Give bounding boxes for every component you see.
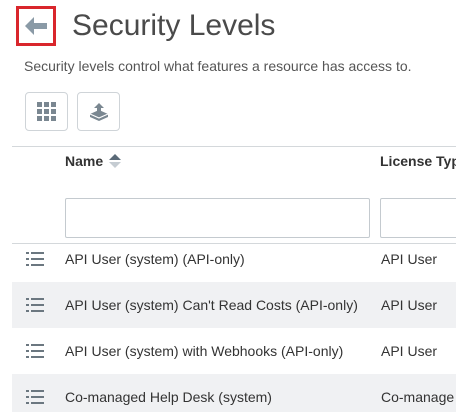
row-license-type: API User: [381, 297, 438, 313]
row-name[interactable]: Co-managed Help Desk (system): [65, 374, 272, 412]
grid-icon: [36, 101, 56, 121]
table-row[interactable]: Co-managed Help Desk (system) Co-manage: [12, 374, 456, 412]
row-license-type: API User: [381, 343, 438, 359]
export-button[interactable]: [77, 92, 120, 131]
column-header-license-type[interactable]: License Typ: [380, 151, 456, 171]
row-license-type: Co-manage: [381, 389, 455, 405]
drag-handle-icon[interactable]: [26, 251, 44, 267]
drag-handle-icon[interactable]: [26, 343, 44, 359]
table-top-divider: [12, 146, 456, 147]
export-icon: [89, 102, 108, 121]
row-name[interactable]: API User (system) (API-only): [65, 236, 245, 282]
license-type-filter-input[interactable]: [380, 198, 456, 238]
column-header-name[interactable]: Name: [65, 151, 122, 171]
sort-ascending-icon[interactable]: [109, 154, 122, 168]
page-title: Security Levels: [72, 9, 276, 42]
arrow-left-icon: [25, 17, 47, 35]
security-levels-page: Security Levels Security levels control …: [0, 0, 456, 412]
table-row[interactable]: API User (system) Can't Read Costs (API-…: [12, 282, 456, 328]
drag-handle-icon[interactable]: [26, 389, 44, 405]
row-name[interactable]: API User (system) Can't Read Costs (API-…: [65, 282, 358, 328]
table-row[interactable]: API User (system) with Webhooks (API-onl…: [12, 328, 456, 374]
back-button[interactable]: [16, 6, 56, 46]
column-header-name-label: Name: [65, 153, 104, 169]
grid-view-button[interactable]: [25, 92, 68, 131]
drag-handle-icon[interactable]: [26, 297, 44, 313]
row-license-type: API User: [381, 251, 438, 267]
name-filter-input[interactable]: [65, 198, 370, 238]
page-subtitle: Security levels control what features a …: [24, 58, 412, 74]
table-row[interactable]: API User (system) (API-only) API User: [12, 236, 456, 282]
row-name[interactable]: API User (system) with Webhooks (API-onl…: [65, 328, 343, 374]
